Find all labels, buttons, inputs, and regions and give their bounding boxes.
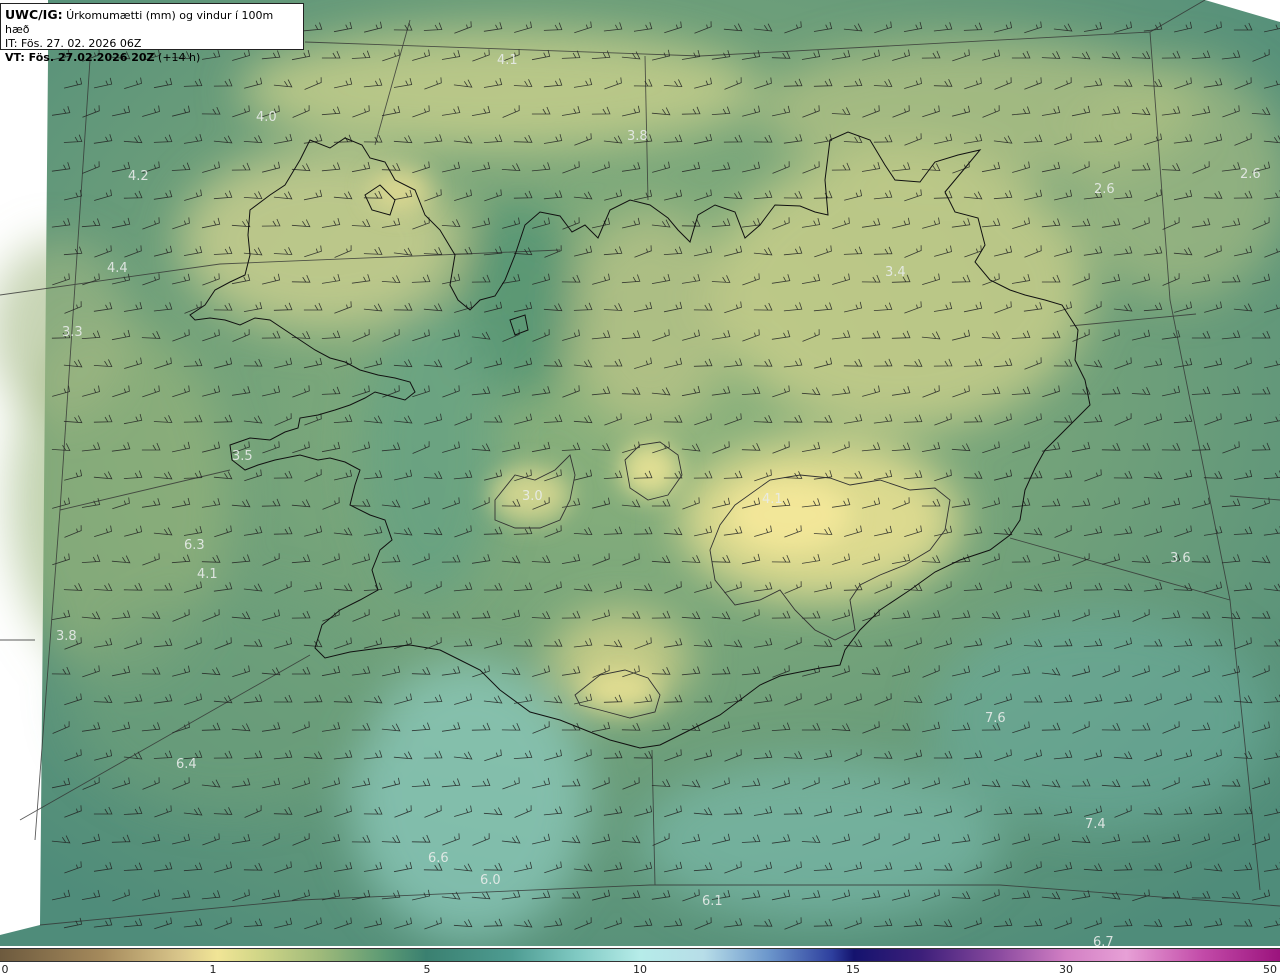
value-label: 6.3	[184, 538, 205, 553]
value-label: 6.6	[428, 851, 449, 866]
value-label: 6.4	[176, 757, 197, 772]
colorbar-tick: 0	[1, 963, 9, 976]
colorbar-tick: 1	[209, 963, 217, 976]
weather-map: 4.1 4.0 3.8 4.2 4.4 3.3 2.6 2.6 3.4 4.1 …	[0, 0, 1280, 946]
forecast-offset: (+14 h)	[158, 51, 201, 64]
value-label: 6.1	[702, 894, 723, 909]
value-label: 2.6	[1240, 167, 1261, 182]
valid-time-line: VT: Fös. 27.02.2026 20Z (+14 h)	[5, 51, 299, 65]
value-label: 4.1	[197, 567, 218, 582]
colorbar-tick: 50	[1263, 963, 1277, 976]
colorbar-tick: 10	[633, 963, 647, 976]
value-label: 4.1	[497, 53, 518, 68]
value-label: 3.6	[1170, 551, 1191, 566]
value-label: 7.4	[1085, 817, 1106, 832]
colorbar: 0 1 5 10 15 30 50	[0, 946, 1280, 978]
value-label: 7.6	[985, 711, 1006, 726]
value-label: 3.8	[56, 629, 77, 644]
colorbar-strip	[0, 948, 1280, 962]
model-name: UWC/IG:	[5, 7, 63, 22]
colorbar-tick: 30	[1059, 963, 1073, 976]
value-label: 3.3	[62, 325, 83, 340]
value-label: 4.1	[762, 492, 783, 507]
colorbar-tick: 5	[423, 963, 431, 976]
value-label: 3.0	[522, 489, 543, 504]
valid-time: VT: Fös. 27.02.2026 20Z	[5, 51, 155, 64]
map-info-box: UWC/IG: Úrkomumætti (mm) og vindur í 100…	[0, 3, 304, 64]
value-label: 3.5	[232, 449, 253, 464]
value-label: 2.6	[1094, 182, 1115, 197]
init-time: IT: Fös. 27. 02. 2026 06Z	[5, 37, 142, 50]
value-label: 4.0	[256, 110, 277, 125]
title-line: UWC/IG: Úrkomumætti (mm) og vindur í 100…	[5, 8, 299, 37]
value-label: 3.4	[885, 265, 906, 280]
value-label: 3.8	[627, 129, 648, 144]
value-label: 4.4	[107, 261, 128, 276]
colorbar-tick: 15	[846, 963, 860, 976]
value-label: 4.2	[128, 169, 149, 184]
value-label: 6.7	[1093, 935, 1114, 946]
value-label: 6.0	[480, 873, 501, 888]
